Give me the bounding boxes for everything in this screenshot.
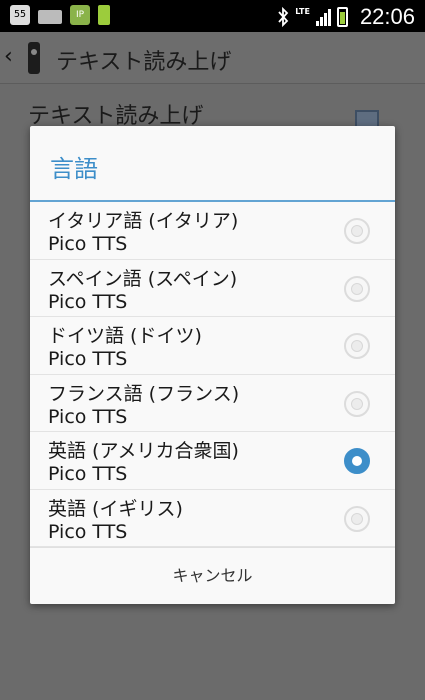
status-bar: 55 IP LTE 22:06 bbox=[0, 0, 425, 32]
ip-icon: IP bbox=[70, 5, 90, 25]
language-label: スペイン語 (スペイン) bbox=[48, 267, 238, 290]
radio-button[interactable] bbox=[344, 390, 370, 417]
app-bar: ‹ テキスト読み上げ bbox=[0, 32, 425, 84]
system-status-area: LTE 22:06 bbox=[277, 4, 415, 30]
list-item[interactable]: 英語 (イギリス) Pico TTS bbox=[30, 490, 395, 547]
language-label: イタリア語 (イタリア) bbox=[48, 210, 239, 232]
radio-button[interactable] bbox=[344, 218, 370, 244]
engine-label: Pico TTS bbox=[48, 348, 128, 370]
page-title: テキスト読み上げ bbox=[56, 50, 232, 75]
notification-area: 55 IP bbox=[10, 5, 110, 25]
list-item[interactable]: スペイン語 (スペイン) Pico TTS bbox=[30, 260, 395, 317]
engine-label: Pico TTS bbox=[48, 463, 128, 485]
language-label: ドイツ語 (ドイツ) bbox=[48, 325, 202, 347]
signal-icon bbox=[315, 8, 331, 26]
language-label: 英語 (イギリス) bbox=[48, 497, 183, 520]
engine-label: Pico TTS bbox=[48, 405, 128, 428]
cancel-button[interactable]: キャンセル bbox=[30, 547, 395, 604]
radio-button[interactable] bbox=[344, 275, 370, 302]
list-item[interactable]: イタリア語 (イタリア) Pico TTS bbox=[30, 202, 395, 260]
language-label: 英語 (アメリカ合衆国) bbox=[48, 440, 239, 462]
engine-label: Pico TTS bbox=[48, 290, 128, 313]
keyboard-icon bbox=[38, 9, 62, 24]
language-list: イタリア語 (イタリア) Pico TTS スペイン語 (スペイン) Pico … bbox=[30, 202, 395, 547]
engine-label: Pico TTS bbox=[48, 233, 128, 255]
app-icon[interactable] bbox=[28, 42, 40, 74]
chevron-left-icon[interactable]: ‹ bbox=[4, 44, 13, 69]
calendar-icon: 55 bbox=[10, 5, 30, 25]
engine-label: Pico TTS bbox=[48, 520, 128, 543]
battery-icon bbox=[336, 7, 348, 27]
dialog-title: 言語 bbox=[50, 155, 98, 183]
list-item[interactable]: フランス語 (フランス) Pico TTS bbox=[30, 375, 395, 432]
radio-button-selected[interactable] bbox=[344, 448, 370, 474]
battery-app-icon bbox=[98, 5, 110, 25]
radio-button[interactable] bbox=[344, 505, 370, 532]
clock: 22:06 bbox=[359, 4, 415, 29]
radio-button[interactable] bbox=[344, 333, 370, 359]
bluetooth-icon bbox=[278, 6, 289, 28]
language-dialog: 言語 イタリア語 (イタリア) Pico TTS スペイン語 (スペイン) Pi… bbox=[30, 126, 395, 604]
language-label: フランス語 (フランス) bbox=[48, 382, 240, 405]
network-type-label: LTE bbox=[295, 7, 310, 16]
list-item[interactable]: 英語 (アメリカ合衆国) Pico TTS bbox=[30, 432, 395, 490]
list-item[interactable]: ドイツ語 (ドイツ) Pico TTS bbox=[30, 317, 395, 375]
